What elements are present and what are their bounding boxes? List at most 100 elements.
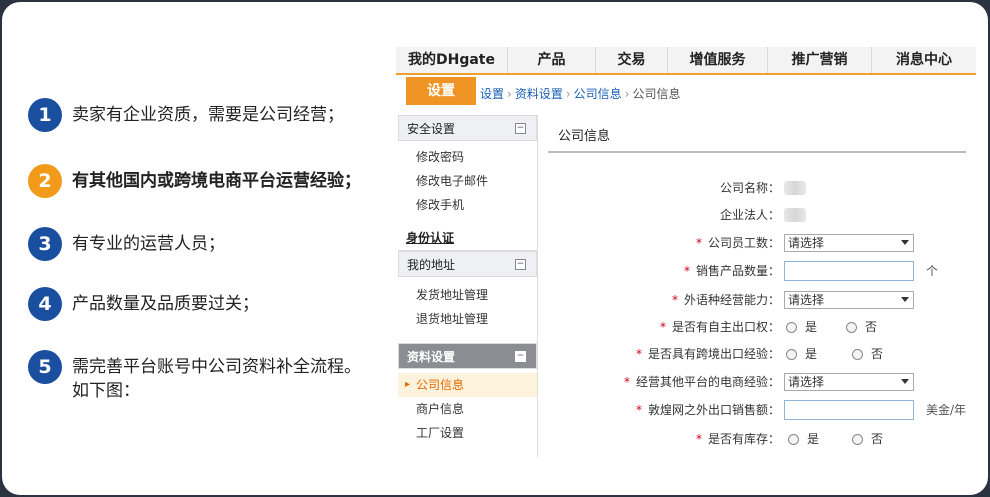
sidebar-section-title: 安全设置 bbox=[407, 122, 456, 136]
form-row-legal-person: 企业法人： bbox=[396, 205, 976, 225]
step-text-line: 需完善平台账号中公司资料补全流程。 bbox=[72, 357, 361, 377]
radio-yes[interactable]: 是 bbox=[786, 317, 817, 337]
field-label-text: 是否有库存： bbox=[707, 432, 780, 446]
step-text: 有专业的运营人员； bbox=[72, 234, 225, 254]
step-text: 卖家有企业资质，需要是公司经营； bbox=[72, 105, 344, 125]
settings-bar: 设置 设置 › 资料设置 › 公司信息 › 公司信息 bbox=[396, 77, 976, 105]
step-1: 1 卖家有企业资质，需要是公司经营； bbox=[28, 98, 344, 132]
employees-select[interactable]: 请选择 bbox=[784, 234, 914, 252]
sidebar-section-security[interactable]: 安全设置 − bbox=[398, 115, 537, 141]
form-row-export-right: * 是否有自主出口权： 是 否 bbox=[396, 317, 976, 337]
step-text: 需完善平台账号中公司资料补全流程。 如下图： bbox=[72, 355, 361, 403]
required-mark: * bbox=[695, 432, 702, 446]
select-value: 请选择 bbox=[788, 236, 825, 250]
step-4: 4 产品数量及品质要过关； bbox=[28, 287, 259, 321]
unit-label: 美金/年 bbox=[926, 403, 967, 417]
dhgate-settings-panel: 我的DHgate 产品 交易 增值服务 推广营销 消息中心 设置 设置 › 资料设置… bbox=[396, 47, 976, 457]
field-label: * 是否有自主出口权： bbox=[660, 317, 780, 337]
select-value: 请选择 bbox=[788, 375, 825, 389]
required-mark: * bbox=[671, 293, 678, 307]
nav-trade[interactable]: 交易 bbox=[596, 47, 668, 73]
step-number: 3 bbox=[28, 227, 62, 261]
radio-circle-icon bbox=[846, 321, 857, 333]
nav-products[interactable]: 产品 bbox=[508, 47, 596, 73]
form-row-cross-border: * 是否具有跨境出口经验： 是 否 bbox=[396, 344, 976, 364]
field-label-text: 销售产品数量： bbox=[695, 264, 780, 278]
breadcrumb-profile-settings[interactable]: 资料设置 bbox=[515, 87, 563, 101]
radio-circle-icon bbox=[852, 433, 863, 445]
step-number: 4 bbox=[28, 287, 62, 321]
field-label-text: 公司员工数： bbox=[707, 236, 780, 250]
step-text-line: 如下图： bbox=[72, 381, 140, 401]
step-text: 产品数量及品质要过关； bbox=[72, 294, 259, 314]
radio-circle-icon bbox=[786, 348, 797, 360]
step-text: 有其他国内或跨境电商平台运营经验； bbox=[72, 171, 361, 191]
page-title: 公司信息 bbox=[558, 129, 611, 144]
radio-no[interactable]: 否 bbox=[852, 344, 883, 364]
other-platform-select[interactable]: 请选择 bbox=[784, 373, 914, 391]
product-count-input[interactable] bbox=[784, 261, 914, 281]
step-2: 2 有其他国内或跨境电商平台运营经验； bbox=[28, 164, 361, 198]
radio-label: 否 bbox=[865, 320, 878, 334]
chevron-down-icon bbox=[901, 297, 909, 302]
step-number: 1 bbox=[28, 98, 62, 132]
field-label: * 经营其他平台的电商经验： bbox=[624, 372, 780, 392]
unit-label: 个 bbox=[926, 264, 939, 278]
outside-sales-input[interactable] bbox=[784, 400, 914, 420]
field-label: * 敦煌网之外出口销售额： bbox=[636, 400, 780, 420]
breadcrumb-settings[interactable]: 设置 bbox=[480, 87, 504, 101]
field-label: 企业法人： bbox=[719, 208, 780, 222]
breadcrumb-company-info-link[interactable]: 公司信息 bbox=[574, 87, 622, 101]
form-row-language: * 外语种经营能力： 请选择 bbox=[396, 290, 976, 310]
nav-marketing[interactable]: 推广营销 bbox=[768, 47, 872, 73]
sidebar-item-change-password[interactable]: 修改密码 bbox=[398, 145, 537, 169]
radio-label: 否 bbox=[871, 347, 884, 361]
field-label-text: 是否具有跨境出口经验： bbox=[647, 347, 780, 361]
form-row-other-platform: * 经营其他平台的电商经验： 请选择 bbox=[396, 372, 976, 392]
form-row-outside-sales: * 敦煌网之外出口销售额： 美金/年 bbox=[396, 400, 976, 420]
radio-label: 是 bbox=[805, 347, 818, 361]
field-label: * 公司员工数： bbox=[696, 233, 780, 253]
form-row-inventory: * 是否有库存： 是 否 bbox=[396, 429, 976, 449]
required-mark: * bbox=[659, 320, 666, 334]
blurred-value bbox=[784, 208, 806, 222]
top-nav: 我的DHgate 产品 交易 增值服务 推广营销 消息中心 bbox=[396, 47, 976, 75]
breadcrumb-current: 公司信息 bbox=[632, 87, 681, 101]
field-label: * 销售产品数量： bbox=[684, 261, 780, 281]
field-label: * 是否具有跨境出口经验： bbox=[636, 344, 780, 364]
radio-label: 否 bbox=[871, 432, 884, 446]
required-mark: * bbox=[623, 375, 630, 389]
radio-no[interactable]: 否 bbox=[852, 429, 883, 449]
required-mark: * bbox=[635, 403, 642, 417]
breadcrumb-separator: › bbox=[624, 87, 630, 101]
step-number: 2 bbox=[28, 164, 62, 198]
radio-label: 是 bbox=[805, 320, 818, 334]
settings-tab[interactable]: 设置 bbox=[406, 77, 476, 105]
nav-messages[interactable]: 消息中心 bbox=[872, 47, 976, 73]
required-mark: * bbox=[683, 264, 690, 278]
radio-no[interactable]: 否 bbox=[846, 317, 877, 337]
field-label-text: 外语种经营能力： bbox=[683, 293, 780, 307]
breadcrumb-separator: › bbox=[507, 87, 512, 101]
form-row-employees: * 公司员工数： 请选择 bbox=[396, 233, 976, 253]
slide-frame: 1 卖家有企业资质，需要是公司经营； 2 有其他国内或跨境电商平台运营经验； 3… bbox=[2, 2, 988, 495]
form-row-company-name: 公司名称： bbox=[396, 178, 976, 198]
radio-yes[interactable]: 是 bbox=[786, 344, 817, 364]
radio-label: 是 bbox=[807, 432, 820, 446]
chevron-down-icon bbox=[901, 240, 909, 245]
field-label: * 外语种经营能力： bbox=[672, 290, 780, 310]
step-3: 3 有专业的运营人员； bbox=[28, 227, 225, 261]
select-value: 请选择 bbox=[788, 293, 825, 307]
required-mark: * bbox=[695, 236, 702, 250]
nav-value-added[interactable]: 增值服务 bbox=[668, 47, 768, 73]
radio-circle-icon bbox=[786, 321, 797, 333]
title-divider bbox=[548, 151, 966, 153]
field-label: 公司名称： bbox=[719, 181, 780, 195]
radio-circle-icon bbox=[788, 433, 799, 445]
radio-yes[interactable]: 是 bbox=[788, 429, 819, 449]
collapse-icon[interactable]: − bbox=[515, 123, 526, 134]
nav-my-dhgate[interactable]: 我的DHgate bbox=[396, 47, 508, 73]
language-select[interactable]: 请选择 bbox=[784, 291, 914, 309]
field-label: * 是否有库存： bbox=[696, 429, 780, 449]
step-5: 5 需完善平台账号中公司资料补全流程。 如下图： bbox=[28, 350, 361, 403]
